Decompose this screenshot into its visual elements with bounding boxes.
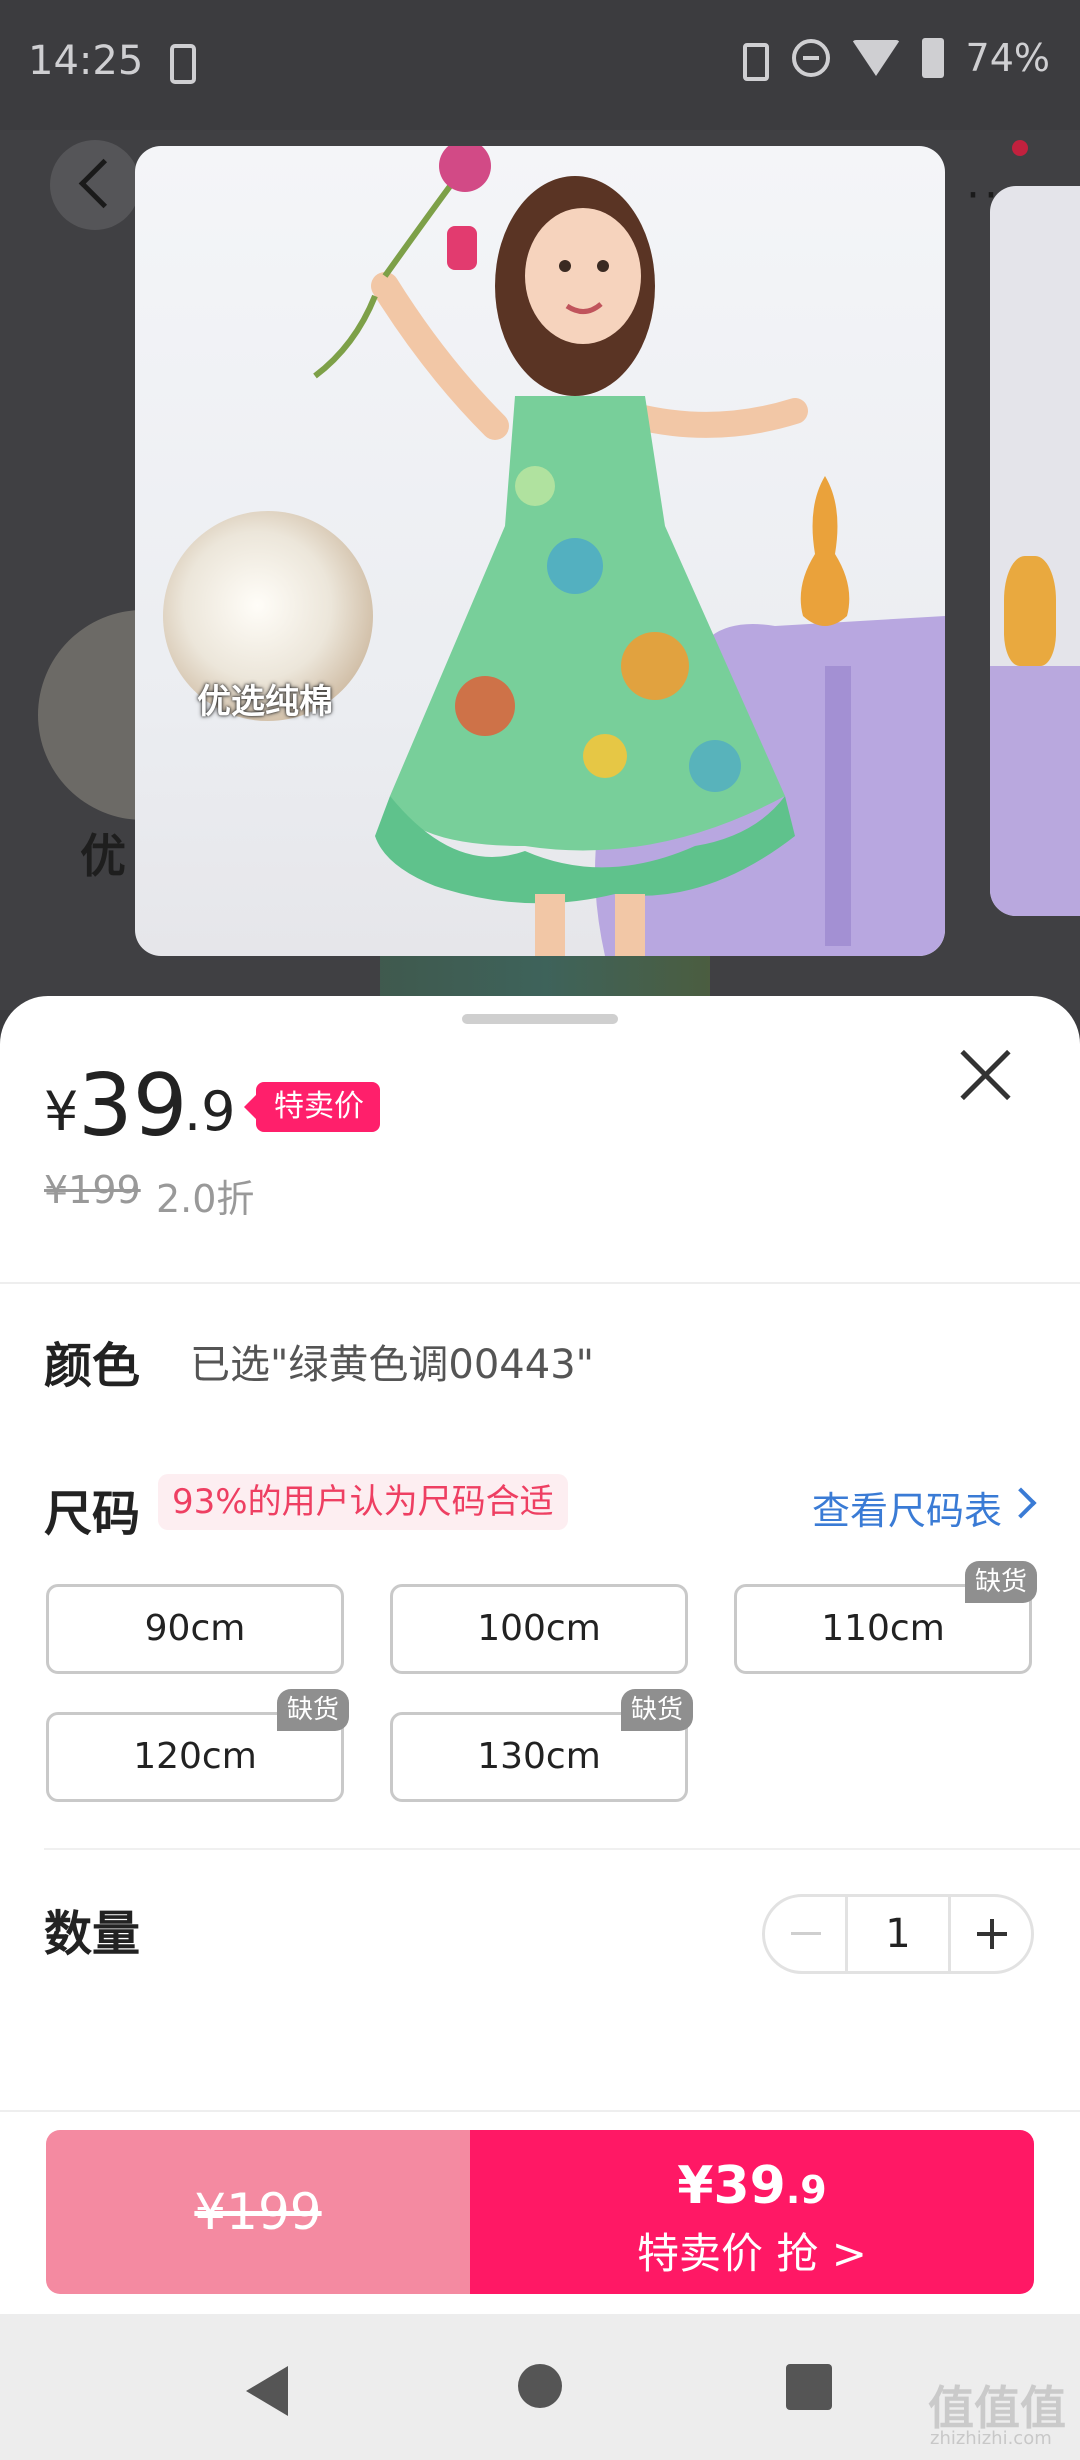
original-price: ¥199	[44, 1168, 141, 1212]
nav-back-icon[interactable]	[246, 2366, 288, 2416]
price-decimal: .9	[184, 1080, 236, 1143]
product-preview-image[interactable]: 优选纯棉	[135, 146, 945, 956]
size-option-120cm[interactable]: 120cm 缺货	[46, 1689, 349, 1802]
original-price-button[interactable]: ¥199	[46, 2130, 470, 2294]
nav-home-icon[interactable]	[518, 2364, 562, 2408]
buy-price-decimal: .9	[785, 2168, 827, 2212]
wifi-icon	[851, 40, 900, 76]
size-option-90cm[interactable]: 90cm	[46, 1584, 344, 1674]
do-not-disturb-icon	[791, 39, 830, 77]
sheet-drag-handle[interactable]	[462, 1014, 618, 1024]
divider	[44, 1848, 1080, 1850]
nav-recents-icon[interactable]	[786, 2364, 832, 2410]
quantity-value[interactable]: 1	[845, 1897, 951, 1971]
buy-label: 特卖价 抢 >	[637, 2229, 867, 2278]
phone-icon	[170, 44, 196, 84]
size-option-110cm[interactable]: 110cm 缺货	[734, 1561, 1037, 1674]
sku-selection-sheet: ¥ 39 .9 特卖价 ¥199 2.0折 颜色 已选"绿黄色调00443" 尺…	[0, 996, 1080, 2314]
quantity-title: 数量	[44, 1906, 141, 1962]
table-illustration	[990, 666, 1080, 916]
size-option-label: 120cm	[133, 1736, 257, 1777]
size-title: 尺码	[44, 1486, 141, 1542]
size-option-100cm[interactable]: 100cm	[390, 1584, 688, 1674]
out-of-stock-badge: 缺货	[620, 1689, 693, 1731]
price-integer: 39	[78, 1056, 188, 1156]
next-preview-image[interactable]	[990, 186, 1080, 916]
size-option-label: 100cm	[477, 1608, 601, 1649]
out-of-stock-badge: 缺货	[276, 1689, 349, 1731]
back-button[interactable]	[50, 140, 140, 230]
buy-price: ¥39.9	[470, 2156, 1034, 2216]
special-price-tag: 特卖价	[244, 1082, 380, 1132]
price-currency: ¥	[44, 1080, 79, 1143]
size-option-label: 130cm	[477, 1736, 601, 1777]
buy-price-integer: ¥39	[677, 2156, 786, 2216]
vibrate-icon	[734, 40, 770, 81]
status-bar: 14:25 74%	[0, 0, 1080, 130]
navigation-bar	[0, 2314, 1080, 2460]
minus-icon[interactable]	[765, 1897, 845, 1971]
close-icon[interactable]	[952, 1042, 1018, 1108]
size-chart-link[interactable]: 查看尺码表	[812, 1480, 1002, 1535]
status-time: 14:25	[28, 38, 144, 84]
background-badge-label: 优	[80, 829, 126, 883]
vase-illustration	[1004, 556, 1056, 666]
battery-icon	[921, 38, 944, 78]
chevron-right-icon[interactable]	[1005, 1487, 1037, 1519]
selected-color: 已选"绿黄色调00443"	[190, 1342, 595, 1388]
divider	[0, 2110, 1080, 2112]
size-option-label: 90cm	[144, 1608, 246, 1649]
quantity-stepper: 1	[762, 1894, 1034, 1974]
size-option-label: 110cm	[821, 1608, 945, 1649]
notification-dot	[1012, 140, 1028, 156]
discount-label: 2.0折	[156, 1177, 255, 1221]
size-option-130cm[interactable]: 130cm 缺货	[390, 1689, 693, 1802]
out-of-stock-badge: 缺货	[964, 1561, 1037, 1603]
buy-bar: ¥199 ¥39.9 特卖价 抢 >	[46, 2130, 1034, 2294]
size-fit-note: 93%的用户认为尺码合适	[158, 1474, 568, 1530]
plus-icon[interactable]	[951, 1897, 1031, 1971]
cotton-badge-label: 优选纯棉	[197, 682, 333, 722]
buy-now-button[interactable]: ¥39.9 特卖价 抢 >	[470, 2130, 1034, 2294]
divider	[0, 1282, 1080, 1284]
color-title: 颜色	[44, 1338, 141, 1394]
status-icons: 74%	[734, 36, 1050, 81]
watermark-url: zhizhizhi.com	[930, 2428, 1052, 2449]
battery-level: 74%	[965, 36, 1050, 80]
